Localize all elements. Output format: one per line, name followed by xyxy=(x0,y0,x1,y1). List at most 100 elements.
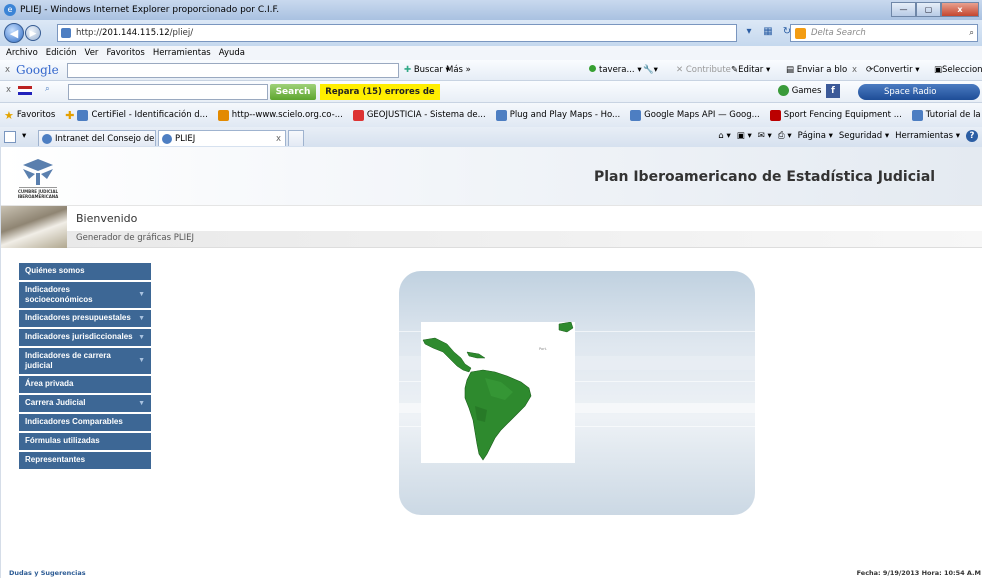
pagina-menu[interactable]: Página ▾ xyxy=(798,131,833,141)
sidebar-item-area-privada[interactable]: Área privada xyxy=(19,376,151,393)
status-dot-icon xyxy=(589,65,596,72)
favicon-icon xyxy=(217,109,229,121)
quick-tabs-icon[interactable] xyxy=(4,131,16,143)
favorite-label: CertiFiel - Identificación d... xyxy=(91,110,208,120)
enviar-button[interactable]: ▤ Enviar a blo xyxy=(786,63,847,78)
favorites-star-icon[interactable]: ★ xyxy=(4,109,14,122)
mail-icon[interactable]: ✉ ▾ xyxy=(758,131,772,141)
welcome-subtitle: Generador de gráficas PLIEJ xyxy=(76,233,194,243)
editar-label: Editar xyxy=(738,65,764,75)
google-search-input[interactable] xyxy=(67,63,399,78)
feeds-icon[interactable]: ▣ ▾ xyxy=(737,131,752,141)
favorite-link[interactable]: Google Maps API — Goog... xyxy=(630,109,760,121)
home-icon[interactable]: ⌂ ▾ xyxy=(718,131,730,141)
search-small-icon[interactable]: ⌕ xyxy=(45,84,50,94)
menu-bar: Archivo Edición Ver Favoritos Herramient… xyxy=(0,46,982,60)
latin-america-map[interactable]: Port. xyxy=(421,321,575,463)
new-tab-button[interactable] xyxy=(288,130,304,146)
search-button[interactable]: Search xyxy=(270,84,316,100)
maximize-button[interactable]: ▢ xyxy=(916,2,941,17)
dropdown-icon[interactable]: ▾ xyxy=(742,25,756,39)
toolbar2-search-input[interactable] xyxy=(68,84,268,100)
seleccion-button[interactable]: ▣Selecciona xyxy=(934,63,982,78)
dudas-link[interactable]: Dudas y Sugerencias xyxy=(9,569,86,577)
flag-icon[interactable] xyxy=(18,86,32,95)
search-input[interactable]: Delta Search ⌕ xyxy=(790,24,978,42)
chevron-down-icon: ▼ xyxy=(138,314,145,322)
facebook-icon[interactable]: f xyxy=(826,84,840,98)
repara-button[interactable]: Repara (15) errores de la PC xyxy=(320,84,440,113)
menu-edicion[interactable]: Edición xyxy=(46,46,77,60)
user-menu[interactable]: tavera... ▾ xyxy=(589,63,642,78)
favicon-icon xyxy=(630,109,642,121)
wrench-icon[interactable]: 🔧▾ xyxy=(643,63,658,78)
site-title: Plan Iberoamericano de Estadística Judic… xyxy=(594,169,936,185)
favorite-label: Google Maps API — Goog... xyxy=(644,110,760,120)
help-icon[interactable]: ? xyxy=(966,130,978,142)
page-footer: Dudas y Sugerencias Fecha: 9/19/2013 Hor… xyxy=(1,568,982,578)
editar-button[interactable]: ✎Editar ▾ xyxy=(731,63,770,78)
mas-button[interactable]: Más » xyxy=(446,63,471,78)
add-favorite-icon[interactable]: ✚ xyxy=(65,109,74,122)
games-button[interactable]: Games xyxy=(778,85,821,96)
menu-archivo[interactable]: Archivo xyxy=(6,46,38,60)
sidebar-item-socioeconomicos[interactable]: Indicadores socioeconómicos ▼ xyxy=(19,282,151,308)
seguridad-menu[interactable]: Seguridad ▾ xyxy=(839,131,889,141)
favorite-link[interactable]: CertiFiel - Identificación d... xyxy=(77,109,208,121)
close-button[interactable]: x xyxy=(941,2,979,17)
site-logo[interactable]: CUMBRE JUDICIAL IBEROAMERICANA xyxy=(15,157,61,205)
buscar-button[interactable]: ✚ Buscar ▾ xyxy=(404,63,450,78)
sidebar-item-presupuestales[interactable]: Indicadores presupuestales ▼ xyxy=(19,310,151,327)
tab-list-icon[interactable]: ▾ xyxy=(22,131,26,141)
toolbar-close-icon[interactable]: x xyxy=(5,65,10,75)
back-button[interactable]: ◀ xyxy=(4,23,24,43)
forward-button[interactable]: ▶ xyxy=(25,25,41,41)
sidebar-item-representantes[interactable]: Representantes xyxy=(19,452,151,469)
favorite-link[interactable]: http--www.scielo.org.co-... xyxy=(217,109,343,121)
contribute-button[interactable]: ✕ Contribute xyxy=(676,63,731,78)
close-x-icon[interactable]: x xyxy=(852,63,857,78)
print-icon[interactable]: ⎙ ▾ xyxy=(778,131,792,141)
chevron-down-icon: ▼ xyxy=(138,333,145,341)
url-host: 201.144.115.12 xyxy=(102,28,170,38)
map-svg: Port. xyxy=(422,321,574,461)
tab-close-icon[interactable]: x xyxy=(276,131,281,146)
menu-ayuda[interactable]: Ayuda xyxy=(219,46,245,60)
sidebar-item-quienes-somos[interactable]: Quiénes somos xyxy=(19,263,151,280)
menu-ver[interactable]: Ver xyxy=(85,46,99,60)
sidebar-item-carrera-judicial-ind[interactable]: Indicadores de carrera judicial ▼ xyxy=(19,348,151,374)
tab-intranet-label: Intranet del Consejo de la J... xyxy=(55,134,155,144)
search-icon[interactable]: ⌕ xyxy=(969,25,974,41)
favorite-link[interactable]: Sport Fencing Equipment ... xyxy=(769,109,902,121)
sidebar-item-label: Representantes xyxy=(25,455,86,464)
favorite-link[interactable]: GEOJUSTICIA - Sistema de... xyxy=(352,109,486,121)
tab-pliej[interactable]: PLIEJ x xyxy=(158,130,286,146)
favorite-link[interactable]: Plug and Play Maps - Ho... xyxy=(495,109,621,121)
convertir-button[interactable]: ⟳Convertir ▾ xyxy=(866,63,920,78)
menu-herramientas[interactable]: Herramientas xyxy=(153,46,211,60)
select-icon: ▣ xyxy=(934,65,943,75)
sidebar-item-carrera-judicial[interactable]: Carrera Judicial ▼ xyxy=(19,395,151,412)
sidebar-item-comparables[interactable]: Indicadores Comparables xyxy=(19,414,151,431)
tab-pliej-label: PLIEJ xyxy=(175,134,196,144)
url-prefix: http:// xyxy=(76,28,103,38)
toolbar2-close-icon[interactable]: x xyxy=(6,85,11,95)
tab-intranet[interactable]: Intranet del Consejo de la J... xyxy=(38,130,156,146)
compat-view-icon[interactable]: ▦ xyxy=(761,25,775,39)
favorite-link[interactable]: Tutorial de la versión 3 del... xyxy=(911,109,982,121)
sidebar-item-label: Indicadores de carrera judicial xyxy=(25,351,111,370)
secondary-toolbar: x ⌕ Search Repara (15) errores de la PC … xyxy=(0,81,982,113)
favorites-button[interactable]: Favoritos xyxy=(17,110,55,120)
sidebar-item-jurisdiccionales[interactable]: Indicadores jurisdiccionales ▼ xyxy=(19,329,151,346)
delta-icon xyxy=(795,28,806,39)
space-radio-button[interactable]: Space Radio xyxy=(858,84,980,100)
sidebar-item-formulas[interactable]: Fórmulas utilizadas xyxy=(19,433,151,450)
herramientas-menu[interactable]: Herramientas ▾ xyxy=(895,131,960,141)
address-input[interactable]: http://201.144.115.12/pliej/ xyxy=(57,24,737,42)
games-icon xyxy=(778,85,789,96)
minimize-button[interactable]: — xyxy=(891,2,916,17)
map-label: Port. xyxy=(539,347,547,351)
favorite-label: Plug and Play Maps - Ho... xyxy=(509,110,621,120)
menu-favoritos[interactable]: Favoritos xyxy=(106,46,144,60)
sidebar-item-label: Carrera Judicial xyxy=(25,398,86,407)
